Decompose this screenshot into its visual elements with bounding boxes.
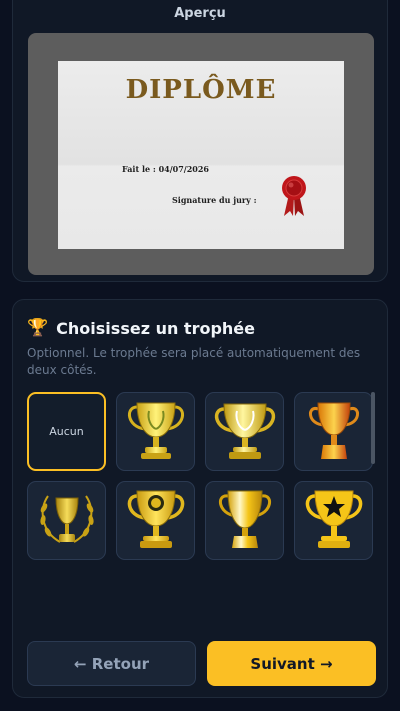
diploma-signature-label: Signature du jury : (172, 195, 257, 205)
preview-title: Aperçu (174, 6, 226, 21)
diploma-date: Fait le : 04/07/2026 (122, 164, 209, 174)
trophy-option-3[interactable] (294, 392, 373, 471)
next-button[interactable]: Suivant → (207, 641, 376, 686)
trophy-option-5[interactable] (116, 481, 195, 560)
diploma-title: DIPLÔME (125, 75, 277, 105)
trophy-header: 🏆 Choisissez un trophée (27, 317, 255, 339)
trophy-grid: Aucun (27, 392, 373, 560)
trophy-option-2[interactable] (205, 392, 284, 471)
trophy-step-page: Aperçu DIPLÔME Fait le : 04/07/2026 Sign… (0, 0, 400, 711)
trophy-option-4[interactable] (27, 481, 106, 560)
trophy-heading: Choisissez un trophée (56, 318, 255, 338)
trophy-orange-cup-icon (308, 402, 359, 459)
trophy-subtitle: Optionnel. Le trophée sera placé automat… (27, 346, 361, 377)
wax-seal-icon (282, 176, 306, 216)
trophy-option-none[interactable]: Aucun (27, 392, 106, 471)
trophy-laurel-wreath-icon (39, 494, 94, 543)
preview-card: Aperçu DIPLÔME Fait le : 04/07/2026 Sign… (12, 0, 388, 282)
trophy-laurel-wide-icon (214, 403, 275, 459)
preview-frame: DIPLÔME Fait le : 04/07/2026 Signature d… (28, 33, 374, 275)
diploma-preview: DIPLÔME Fait le : 04/07/2026 Signature d… (58, 61, 344, 249)
back-button[interactable]: ← Retour (27, 641, 196, 686)
trophy-option-6[interactable] (205, 481, 284, 560)
trophy-option-1[interactable] (116, 392, 195, 471)
trophy-card: 🏆 Choisissez un trophée Optionnel. Le tr… (12, 299, 388, 698)
trophy-option-none-label: Aucun (49, 425, 84, 438)
trophy-medallion-icon (127, 490, 184, 548)
trophy-option-7[interactable] (294, 481, 373, 560)
trophy-icon: 🏆 (27, 317, 49, 338)
trophy-laurel-handles-icon (127, 402, 184, 459)
trophy-grid-scrollbar[interactable] (371, 392, 375, 464)
trophy-shiny-cup-icon (218, 490, 271, 548)
trophy-star-icon (305, 490, 362, 548)
